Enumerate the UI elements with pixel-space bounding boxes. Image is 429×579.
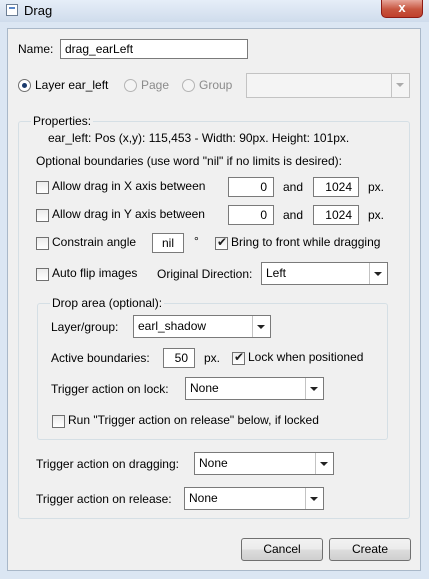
- trigger-lock-value: None: [190, 381, 219, 395]
- name-input[interactable]: drag_earLeft: [60, 39, 248, 59]
- chevron-down-icon: [315, 453, 333, 474]
- trigger-dragging-select[interactable]: None: [194, 452, 334, 475]
- run-trigger-label: Run "Trigger action on release" below, i…: [68, 413, 319, 427]
- trigger-lock-label: Trigger action on lock:: [51, 382, 169, 396]
- layer-radio-label: Layer ear_left: [35, 78, 109, 92]
- group-radio-label: Group: [199, 78, 233, 92]
- y-min-input[interactable]: 0: [228, 205, 274, 225]
- y-max-input[interactable]: 1024: [313, 205, 359, 225]
- x-axis-label: Allow drag in X axis between: [52, 179, 206, 193]
- layer-group-value: earl_shadow: [138, 319, 207, 333]
- original-direction-select[interactable]: Left: [261, 262, 388, 285]
- page-radio-label: Page: [141, 78, 170, 92]
- active-boundaries-input[interactable]: 50: [163, 348, 195, 368]
- y-axis-label: Allow drag in Y axis between: [52, 207, 205, 221]
- trigger-dragging-value: None: [199, 456, 228, 470]
- bring-front-checkbox[interactable]: [215, 235, 228, 250]
- x-unit-label: px.: [368, 180, 385, 194]
- constrain-checkbox[interactable]: [36, 237, 49, 250]
- chevron-down-icon: [305, 378, 323, 399]
- chevron-down-icon: [305, 488, 323, 509]
- trigger-lock-select[interactable]: None: [185, 377, 324, 400]
- chevron-down-icon: [252, 316, 270, 337]
- properties-legend: Properties:: [31, 114, 94, 128]
- active-boundaries-unit: px.: [204, 351, 221, 365]
- drop-area-legend: Drop area (optional):: [50, 296, 165, 310]
- y-axis-checkbox[interactable]: [36, 209, 49, 222]
- degree-label: °: [194, 234, 199, 248]
- x-axis-checkbox[interactable]: [36, 181, 49, 194]
- active-boundaries-label: Active boundaries:: [51, 351, 150, 365]
- layer-radio[interactable]: [18, 79, 31, 92]
- x-min-input[interactable]: 0: [228, 177, 274, 197]
- cancel-button[interactable]: Cancel: [241, 538, 323, 561]
- group-select[interactable]: [246, 73, 410, 98]
- bring-front-label: Bring to front while dragging: [231, 235, 381, 249]
- window-icon: [6, 4, 18, 16]
- chevron-down-icon: [369, 263, 387, 284]
- boundaries-hint: Optional boundaries (use word "nil" if n…: [36, 154, 342, 168]
- trigger-release-label: Trigger action on release:: [36, 492, 172, 506]
- layer-group-select[interactable]: earl_shadow: [133, 315, 271, 338]
- layer-group-label: Layer/group:: [51, 320, 119, 334]
- x-max-input[interactable]: 1024: [313, 177, 359, 197]
- auto-flip-checkbox[interactable]: [36, 268, 49, 281]
- original-direction-value: Left: [266, 266, 287, 280]
- y-and-label: and: [283, 208, 304, 222]
- trigger-release-value: None: [189, 491, 218, 505]
- page-radio[interactable]: [124, 79, 137, 92]
- constrain-angle-input[interactable]: nil: [152, 233, 184, 253]
- group-radio[interactable]: [182, 79, 195, 92]
- close-button[interactable]: x: [381, 0, 423, 18]
- chevron-down-icon: [391, 74, 409, 97]
- trigger-release-select[interactable]: None: [184, 487, 324, 510]
- run-trigger-checkbox[interactable]: [52, 415, 65, 428]
- constrain-label: Constrain angle: [52, 235, 137, 249]
- lock-label: Lock when positioned: [248, 350, 364, 364]
- auto-flip-label: Auto flip images: [52, 266, 138, 280]
- create-button[interactable]: Create: [329, 538, 411, 561]
- name-label: Name:: [18, 42, 54, 56]
- original-direction-label: Original Direction:: [157, 267, 253, 281]
- window-title: Drag: [24, 3, 53, 18]
- y-unit-label: px.: [368, 208, 385, 222]
- title-bar: [0, 0, 429, 22]
- x-and-label: and: [283, 180, 304, 194]
- lock-checkbox[interactable]: [232, 350, 245, 365]
- trigger-dragging-label: Trigger action on dragging:: [36, 457, 179, 471]
- layer-info: ear_left: Pos (x,y): 115,453 - Width: 90…: [48, 131, 350, 145]
